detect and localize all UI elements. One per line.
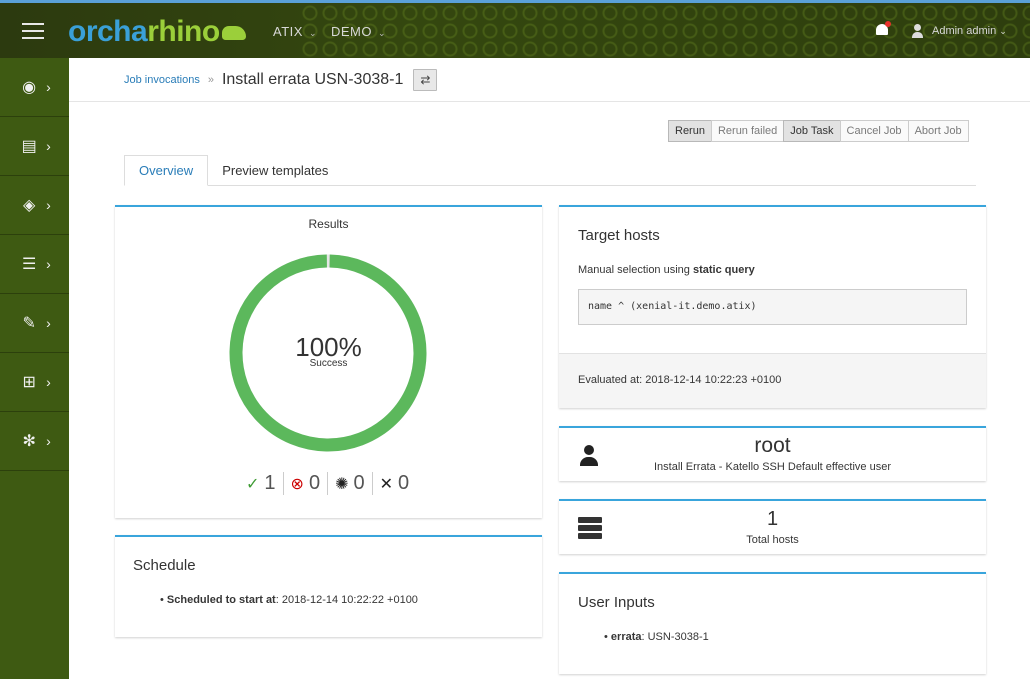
spinner-icon: ✺ xyxy=(335,475,349,493)
user-input-item: • errata: USN-3038-1 xyxy=(604,631,709,643)
sidebar-item-administer[interactable]: ✻ › xyxy=(0,412,69,471)
dashboard-icon: ◉ xyxy=(22,79,37,96)
rerun-button[interactable]: Rerun xyxy=(668,120,712,142)
notification-bell-icon[interactable] xyxy=(876,21,891,38)
sidebar-item-monitor[interactable]: ◉ › xyxy=(0,58,69,117)
breadcrumb-separator: » xyxy=(207,73,214,86)
user-input-key: errata xyxy=(610,631,642,643)
logo-text-rhino: rhino xyxy=(147,15,220,48)
switcher-button[interactable]: ⇄ xyxy=(413,68,438,91)
chevron-right-icon: › xyxy=(46,315,51,331)
org-dropdown[interactable]: ATIX ⌄ xyxy=(273,24,317,39)
tab-bar: Overview Preview templates xyxy=(124,155,976,186)
chevron-right-icon: › xyxy=(46,197,51,213)
location-label: DEMO xyxy=(331,24,372,39)
network-icon: ⊞ xyxy=(22,374,36,391)
job-task-button[interactable]: Job Task xyxy=(783,120,841,142)
org-label: ATIX xyxy=(273,24,303,39)
user-inputs-title: User Inputs xyxy=(578,594,655,611)
server-icon: ☰ xyxy=(21,256,37,273)
results-card: Results 100% Success ✓ 1 ⊗ 0 ✺ 0 ✕ 0 xyxy=(115,205,542,518)
chevron-down-icon: ⌄ xyxy=(308,28,317,38)
success-count-value: 1 xyxy=(264,472,276,494)
error-circle-icon: ⊗ xyxy=(290,475,304,493)
cancelled-count[interactable]: ✕ 0 xyxy=(373,472,417,495)
selection-type-value: static query xyxy=(692,264,755,276)
failed-count-value: 0 xyxy=(308,472,321,494)
failed-count[interactable]: ⊗ 0 xyxy=(284,472,329,495)
user-menu[interactable]: Admin admin ⌄ xyxy=(932,25,1007,37)
schedule-item: • Scheduled to start at: 2018-12-14 10:2… xyxy=(160,594,418,606)
effective-user-value: root xyxy=(754,434,791,457)
schedule-label: Scheduled to start at xyxy=(166,594,276,606)
menu-toggle-icon[interactable] xyxy=(22,23,44,39)
sidebar: ◉ › ▤ › ◈ › ☰ › ✎ › ⊞ › ✻ › xyxy=(0,58,69,679)
tab-preview-templates[interactable]: Preview templates xyxy=(208,155,342,186)
search-query-box: name ^ (xenial-it.demo.atix) xyxy=(578,289,967,325)
chevron-right-icon: › xyxy=(46,256,51,272)
close-icon: ✕ xyxy=(379,475,393,493)
pending-count-value: 0 xyxy=(353,472,365,494)
logo[interactable]: orcharhino xyxy=(68,15,246,49)
sidebar-item-infrastructure[interactable]: ⊞ › xyxy=(0,353,69,412)
total-hosts-value: 1 xyxy=(766,508,779,530)
schedule-card: Schedule • Scheduled to start at: 2018-1… xyxy=(115,535,542,637)
location-dropdown[interactable]: DEMO ⌄ xyxy=(331,24,386,39)
notification-badge xyxy=(885,21,891,27)
user-input-value: : USN-3038-1 xyxy=(641,631,709,643)
total-hosts-label: Total hosts xyxy=(746,534,799,546)
book-icon: ▤ xyxy=(21,138,37,155)
cube-icon: ◈ xyxy=(23,197,36,214)
cancelled-count-value: 0 xyxy=(398,472,410,494)
check-circle-icon: ✓ xyxy=(246,475,260,493)
page-title: Install errata USN-3038-1 xyxy=(221,70,404,88)
chevron-right-icon: › xyxy=(46,433,51,449)
abort-job-button[interactable]: Abort Job xyxy=(907,120,969,142)
user-inputs-card: User Inputs • errata: USN-3038-1 xyxy=(559,572,986,674)
schedule-value: : 2018-12-14 10:22:22 +0100 xyxy=(275,594,418,606)
sidebar-item-configure[interactable]: ✎ › xyxy=(0,294,69,353)
rerun-failed-button[interactable]: Rerun failed xyxy=(710,120,785,142)
success-count[interactable]: ✓ 1 xyxy=(239,472,284,495)
pending-count[interactable]: ✺ 0 xyxy=(328,472,373,495)
rhino-icon xyxy=(221,26,246,41)
target-hosts-title: Target hosts xyxy=(578,227,660,244)
user-name: Admin admin xyxy=(932,25,997,37)
result-counts: ✓ 1 ⊗ 0 ✺ 0 ✕ 0 xyxy=(239,472,416,495)
chevron-right-icon: › xyxy=(46,138,51,154)
results-title: Results xyxy=(308,217,349,231)
sidebar-item-containers[interactable]: ◈ › xyxy=(0,176,69,235)
logo-text-orcha: orcha xyxy=(68,15,148,48)
chevron-down-icon: ⌄ xyxy=(378,28,387,38)
tab-overview[interactable]: Overview xyxy=(124,155,209,186)
exchange-icon: ⇄ xyxy=(420,72,431,87)
breadcrumb-link-job-invocations[interactable]: Job invocations xyxy=(124,74,200,86)
sidebar-item-content[interactable]: ▤ › xyxy=(0,117,69,176)
evaluated-at: Evaluated at: 2018-12-14 10:22:23 +0100 xyxy=(559,353,986,408)
user-icon xyxy=(912,24,923,38)
cancel-job-button[interactable]: Cancel Job xyxy=(839,120,909,142)
schedule-title: Schedule xyxy=(133,557,196,574)
top-navbar: orcharhino ATIX ⌄ DEMO ⌄ Admin admin ⌄ xyxy=(0,0,1030,58)
cog-icon: ✻ xyxy=(22,433,36,450)
sidebar-item-hosts[interactable]: ☰ › xyxy=(0,235,69,294)
chevron-right-icon: › xyxy=(46,374,51,390)
chevron-right-icon: › xyxy=(46,79,51,95)
selection-type: Manual selection using static query xyxy=(578,264,755,276)
effective-user-description: Install Errata - Katello SSH Default eff… xyxy=(653,461,891,473)
total-hosts-card: 1 Total hosts xyxy=(559,499,986,554)
effective-user-card: root Install Errata - Katello SSH Defaul… xyxy=(559,426,986,481)
breadcrumb: Job invocations » Install errata USN-303… xyxy=(69,58,1030,102)
success-label: Success xyxy=(309,358,348,369)
main-content: Job invocations » Install errata USN-303… xyxy=(69,58,1030,679)
chevron-down-icon: ⌄ xyxy=(999,26,1007,36)
target-hosts-card: Target hosts Manual selection using stat… xyxy=(559,205,986,408)
action-button-group: Rerun Rerun failed Job Task Cancel Job A… xyxy=(668,120,969,142)
selection-prefix: Manual selection using xyxy=(578,264,693,276)
wrench-icon: ✎ xyxy=(22,315,36,332)
